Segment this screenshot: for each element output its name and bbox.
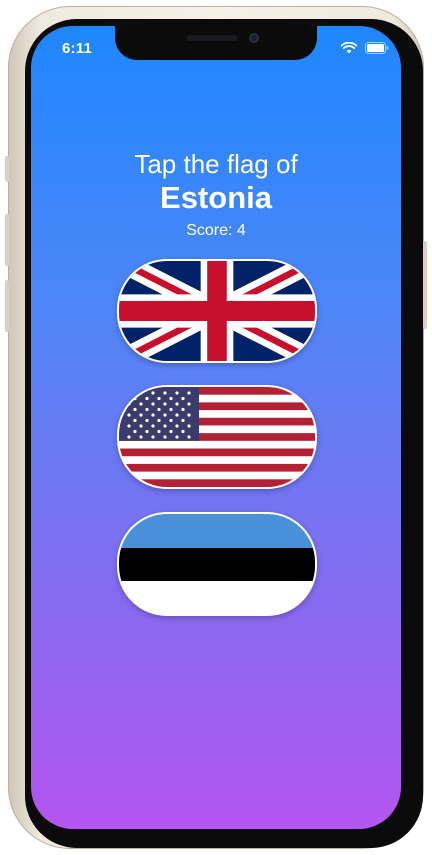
- estonia-flag-icon: [119, 514, 315, 614]
- status-time: 6:11: [62, 40, 92, 57]
- notch: [115, 26, 317, 60]
- flag-button-us[interactable]: [117, 385, 317, 489]
- target-country: Estonia: [160, 180, 272, 215]
- score-label: Score: 4: [186, 222, 246, 239]
- wifi-icon: [341, 42, 357, 54]
- prompt-text: Tap the flag of: [134, 149, 298, 179]
- app-screen: 6:11 Tap the flag of Estonia Score: 4: [31, 26, 401, 829]
- power-button: [423, 241, 427, 329]
- volume-down-button: [5, 280, 9, 332]
- uk-flag-icon: [119, 261, 315, 361]
- flag-button-estonia[interactable]: [117, 512, 317, 616]
- us-flag-icon: [119, 387, 315, 487]
- flag-button-uk[interactable]: [117, 259, 317, 363]
- mute-switch: [5, 156, 9, 182]
- battery-icon: [365, 42, 389, 54]
- front-camera: [249, 33, 259, 43]
- home-indicator: [154, 814, 278, 819]
- volume-up-button: [5, 214, 9, 266]
- earpiece-speaker: [187, 35, 237, 41]
